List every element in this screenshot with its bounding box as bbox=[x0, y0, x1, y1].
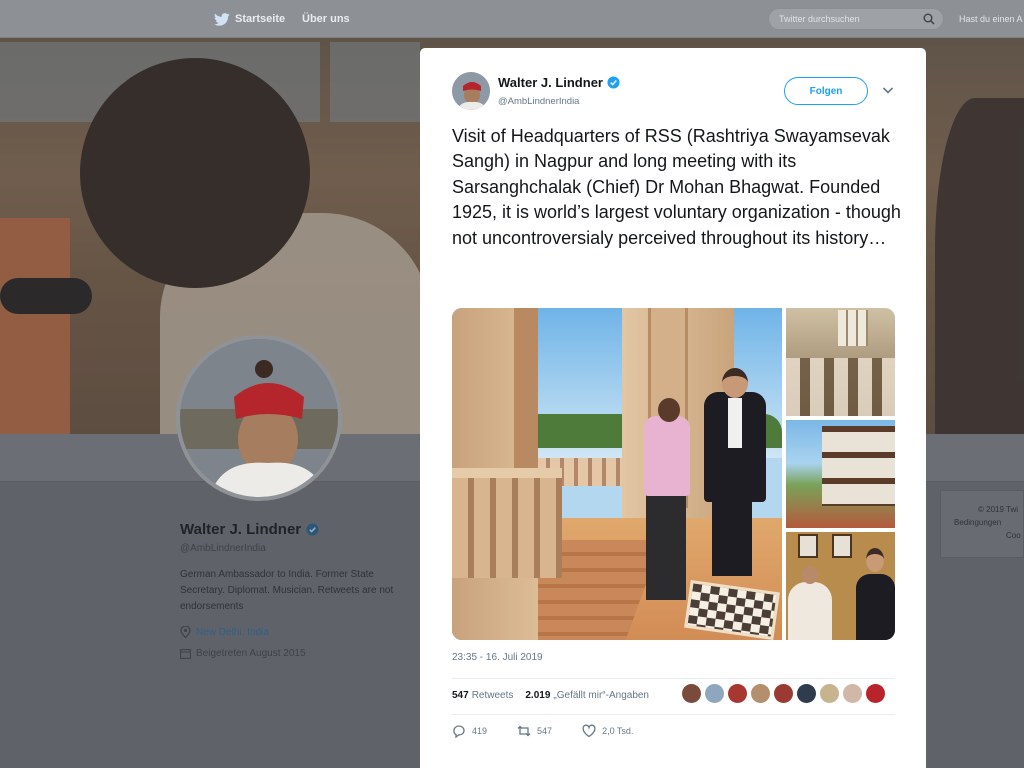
side-footer-line[interactable]: © 2019 Twi bbox=[978, 503, 1021, 516]
tweet-author-name[interactable]: Walter J. Lindner bbox=[498, 75, 620, 90]
like-count: 2,0 Tsd. bbox=[602, 726, 634, 736]
avatar-image bbox=[180, 339, 338, 497]
location-pin-icon bbox=[180, 626, 191, 638]
calendar-icon bbox=[180, 649, 191, 659]
nav-about-label: Über uns bbox=[302, 13, 350, 25]
nav-about[interactable]: Über uns bbox=[302, 0, 350, 38]
photo-detail bbox=[452, 468, 562, 578]
retweets-count[interactable]: 547 bbox=[452, 690, 469, 701]
follow-button[interactable]: Folgen bbox=[784, 77, 868, 105]
twitter-bird-icon bbox=[214, 12, 230, 26]
nav-home[interactable]: Startseite bbox=[214, 0, 285, 38]
like-button[interactable]: 2,0 Tsd. bbox=[582, 724, 633, 738]
side-footer-line[interactable]: Coo bbox=[1006, 529, 1021, 542]
reply-icon bbox=[453, 725, 465, 738]
liker-avatar[interactable] bbox=[705, 684, 724, 703]
tweet-actions: 419 547 2,0 Tsd. bbox=[452, 724, 663, 738]
photo-detail bbox=[722, 368, 748, 398]
tweet-author-handle[interactable]: @AmbLindnerIndia bbox=[498, 96, 579, 107]
liker-avatar[interactable] bbox=[728, 684, 747, 703]
profile-joined-text: Beigetreten August 2015 bbox=[196, 648, 306, 659]
photo-detail bbox=[832, 534, 852, 558]
chevron-down-icon[interactable] bbox=[882, 85, 894, 95]
verified-badge-icon bbox=[607, 76, 620, 89]
likes-count[interactable]: 2.019 bbox=[525, 690, 550, 701]
profile-joined: Beigetreten August 2015 bbox=[180, 648, 306, 659]
tweet-author-avatar[interactable] bbox=[452, 72, 490, 110]
liker-avatar[interactable] bbox=[774, 684, 793, 703]
tweet-modal: Walter J. Lindner @AmbLindnerIndia Folge… bbox=[420, 48, 926, 768]
photo-detail bbox=[822, 426, 895, 506]
tweet-author-name-text: Walter J. Lindner bbox=[498, 75, 603, 90]
retweet-icon bbox=[517, 725, 531, 737]
retweet-count: 547 bbox=[537, 726, 553, 736]
top-navigation: Startseite Über uns Hast du einen A bbox=[0, 0, 1024, 38]
search-input[interactable] bbox=[769, 9, 909, 29]
liker-avatar[interactable] bbox=[866, 684, 885, 703]
photo-detail bbox=[856, 574, 895, 640]
search-box bbox=[768, 8, 944, 30]
photo-detail bbox=[788, 582, 832, 640]
liker-avatar[interactable] bbox=[797, 684, 816, 703]
photo-detail bbox=[866, 548, 884, 572]
nav-home-label: Startseite bbox=[235, 13, 286, 25]
likers-avatars bbox=[682, 684, 885, 703]
tweet-media-grid bbox=[452, 308, 895, 640]
tweet-photo-2[interactable] bbox=[786, 308, 895, 416]
tweet-photo-4[interactable] bbox=[786, 532, 895, 640]
side-footer-text: © 2019 Twi Bedingungen Coo bbox=[954, 503, 1021, 542]
tweet-stats: 547 Retweets 2.019 „Gefällt mir“-Angaben bbox=[452, 688, 649, 702]
divider bbox=[452, 714, 895, 715]
account-prompt[interactable]: Hast du einen A bbox=[959, 0, 1023, 38]
liker-avatar[interactable] bbox=[682, 684, 701, 703]
liker-avatar[interactable] bbox=[820, 684, 839, 703]
photo-detail bbox=[798, 534, 818, 558]
avatar-image bbox=[452, 72, 490, 110]
photo-detail bbox=[728, 398, 742, 448]
photo-detail bbox=[802, 566, 818, 584]
photo-detail bbox=[786, 358, 895, 416]
side-footer-line[interactable]: Bedingungen bbox=[954, 516, 1021, 529]
photo-detail bbox=[644, 416, 690, 496]
profile-handle: @AmbLindnerIndia bbox=[180, 543, 266, 554]
profile-name-text: Walter J. Lindner bbox=[180, 521, 302, 538]
tweet-photo-3[interactable] bbox=[786, 420, 895, 528]
liker-avatar[interactable] bbox=[751, 684, 770, 703]
tweet-timestamp[interactable]: 23:35 - 16. Juli 2019 bbox=[452, 652, 543, 663]
liker-avatar[interactable] bbox=[843, 684, 862, 703]
photo-detail bbox=[658, 398, 680, 422]
retweet-button[interactable]: 547 bbox=[517, 724, 552, 738]
profile-location[interactable]: New Delhi, India bbox=[180, 626, 269, 638]
verified-badge-icon bbox=[306, 523, 319, 536]
divider bbox=[452, 678, 895, 679]
tweet-photo-main[interactable] bbox=[452, 308, 782, 640]
profile-name: Walter J. Lindner bbox=[180, 521, 319, 538]
profile-location-text: New Delhi, India bbox=[196, 626, 269, 638]
reply-button[interactable]: 419 bbox=[452, 724, 487, 738]
profile-avatar[interactable] bbox=[176, 335, 342, 501]
likes-label[interactable]: „Gefällt mir“-Angaben bbox=[553, 690, 649, 701]
heart-icon bbox=[582, 724, 596, 738]
profile-bio: German Ambassador to India. Former State… bbox=[180, 569, 394, 612]
retweets-label[interactable]: Retweets bbox=[472, 690, 514, 701]
search-icon[interactable] bbox=[923, 13, 935, 25]
reply-count: 419 bbox=[472, 726, 488, 736]
photo-detail bbox=[712, 496, 752, 576]
photo-detail bbox=[646, 492, 686, 600]
photo-detail bbox=[838, 310, 868, 346]
tweet-text: Visit of Headquarters of RSS (Rashtriya … bbox=[452, 126, 901, 248]
